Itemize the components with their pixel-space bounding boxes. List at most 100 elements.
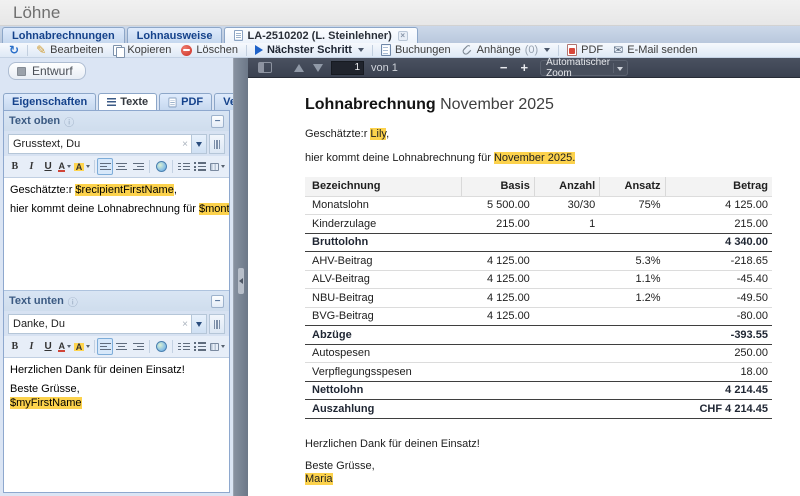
bookings-button[interactable]: Buchungen: [376, 43, 456, 58]
expand-editor-button[interactable]: [209, 314, 225, 334]
text-lines-icon: [107, 98, 117, 106]
highlight-icon: A: [74, 161, 84, 172]
tab-lohnausweise[interactable]: Lohnausweise: [126, 27, 223, 43]
cell: -218.65: [730, 254, 768, 267]
play-icon: [254, 45, 263, 55]
italic-button[interactable]: I: [24, 158, 40, 175]
sidebar-toggle-icon[interactable]: [258, 62, 272, 73]
paperclip-icon: [462, 45, 471, 55]
cell: 4 125.00: [486, 310, 530, 323]
text-segment: Beste Grüsse,: [10, 383, 80, 395]
numbered-list-button[interactable]: [176, 158, 192, 175]
text-unten-section: Text unten ⓘ − Danke, Du × B I U A A Her…: [4, 291, 229, 492]
numbered-list-icon: [177, 162, 190, 171]
chevron-down-icon: [220, 165, 225, 168]
previous-page-icon[interactable]: [294, 63, 304, 72]
font-color-button[interactable]: A: [57, 338, 73, 355]
cell: Verpflegungsspesen: [312, 365, 412, 378]
template-select[interactable]: Grusstext, Du ×: [8, 134, 207, 154]
highlight-color-button[interactable]: A: [74, 158, 91, 175]
refresh-button[interactable]: ↻: [4, 43, 24, 58]
text-unten-editor[interactable]: Herzlichen Dank für deinen Einsatz! Best…: [4, 357, 229, 492]
page-count-label: von 1: [371, 61, 398, 74]
pencil-icon: ✎: [36, 43, 47, 57]
tab-label: Lohnabrechnungen: [12, 29, 115, 42]
pdf-button[interactable]: PDF: [562, 43, 608, 58]
link-button[interactable]: [153, 338, 169, 355]
bold-button[interactable]: B: [7, 158, 23, 175]
table-row: BVG-Beitrag 4 125.00 -80.00: [305, 306, 772, 326]
cell: Auszahlung: [312, 402, 375, 415]
insert-field-button[interactable]: [209, 338, 226, 355]
bullet-list-button[interactable]: [192, 338, 208, 355]
pdf-icon: [567, 44, 578, 56]
table-row: NBU-Beitrag 4 125.00 1.2% -49.50: [305, 288, 772, 307]
collapse-icon[interactable]: −: [211, 114, 224, 128]
panel-splitter[interactable]: [233, 58, 248, 496]
align-right-icon: [132, 162, 144, 171]
status-label: Entwurf: [32, 64, 73, 78]
main-area: Entwurf Eigenschaften Texte PDF Verlauf …: [0, 57, 800, 496]
align-center-button[interactable]: [114, 338, 130, 355]
section-title: Text unten: [9, 295, 64, 307]
align-right-button[interactable]: [131, 338, 147, 355]
underline-button[interactable]: U: [40, 338, 56, 355]
zoom-in-button[interactable]: +: [521, 60, 529, 75]
attachments-button[interactable]: Anhänge (0): [456, 43, 556, 58]
tab-pdf[interactable]: PDF: [159, 93, 213, 110]
bullet-list-icon: [194, 342, 207, 351]
clear-icon[interactable]: ×: [179, 319, 191, 330]
align-left-button[interactable]: [97, 158, 114, 175]
chevron-down-icon: [357, 48, 364, 52]
toolbar-separator: [27, 44, 29, 56]
zoom-out-button[interactable]: −: [500, 60, 508, 75]
tab-texte[interactable]: Texte: [98, 93, 158, 110]
tab-eigenschaften[interactable]: Eigenschaften: [3, 93, 97, 110]
tab-payslip-record[interactable]: LA-2510202 (L. Steinlehner) ×: [224, 27, 418, 43]
template-select[interactable]: Danke, Du ×: [8, 314, 207, 334]
text-segment: ,: [386, 128, 390, 140]
copy-button[interactable]: Kopieren: [108, 43, 176, 58]
highlight-color-button[interactable]: A: [74, 338, 91, 355]
close-icon[interactable]: ×: [397, 30, 408, 41]
text-oben-editor[interactable]: Geschätzte:r $recipientFirstName, hier k…: [4, 177, 229, 290]
next-step-button[interactable]: Nächster Schritt: [250, 43, 369, 58]
tab-label: Eigenschaften: [12, 96, 88, 108]
align-left-button[interactable]: [97, 338, 114, 355]
italic-button[interactable]: I: [24, 338, 40, 355]
field-icon: [209, 342, 219, 351]
font-color-button[interactable]: A: [57, 158, 73, 175]
collapse-icon[interactable]: −: [211, 294, 224, 308]
intro-paragraph: hier kommt deine Lohnabrechnung für Nove…: [305, 151, 772, 165]
template-value: Grusstext, Du: [13, 138, 81, 150]
bold-button[interactable]: B: [7, 338, 23, 355]
bullet-list-button[interactable]: [192, 158, 208, 175]
expand-editor-button[interactable]: [209, 134, 225, 154]
page-number-input[interactable]: [331, 60, 364, 75]
zoom-select[interactable]: Automatischer Zoom: [540, 57, 629, 79]
text-line: hier kommt deine Lohnabrechnung für $mon…: [10, 202, 229, 216]
underline-button[interactable]: U: [40, 158, 56, 175]
align-center-button[interactable]: [114, 158, 130, 175]
cell: BVG-Beitrag: [312, 310, 374, 323]
next-page-icon[interactable]: [313, 63, 323, 72]
payslip-title-period: November 2025: [435, 96, 554, 113]
dropdown-trigger[interactable]: [191, 135, 206, 153]
globe-icon: [155, 161, 167, 172]
table-row: AHV-Beitrag 4 125.00 5.3% -218.65: [305, 251, 772, 270]
tab-lohnabrechnungen[interactable]: Lohnabrechnungen: [2, 27, 125, 43]
column-header: Ansatz: [599, 177, 664, 196]
clear-icon[interactable]: ×: [179, 139, 191, 150]
insert-field-button[interactable]: [209, 158, 226, 175]
pdf-toolbar: von 1 − + Automatischer Zoom: [248, 57, 800, 79]
attachments-label: Anhänge: [476, 44, 521, 56]
send-email-button[interactable]: ✉ E-Mail senden: [608, 43, 702, 58]
align-right-button[interactable]: [131, 158, 147, 175]
delete-button[interactable]: Löschen: [176, 43, 243, 58]
numbered-list-button[interactable]: [176, 338, 192, 355]
collapse-left-icon[interactable]: [239, 278, 243, 284]
document-icon: [168, 97, 177, 107]
link-button[interactable]: [153, 158, 169, 175]
edit-button[interactable]: ✎ Bearbeiten: [31, 43, 108, 58]
dropdown-trigger[interactable]: [191, 315, 206, 333]
